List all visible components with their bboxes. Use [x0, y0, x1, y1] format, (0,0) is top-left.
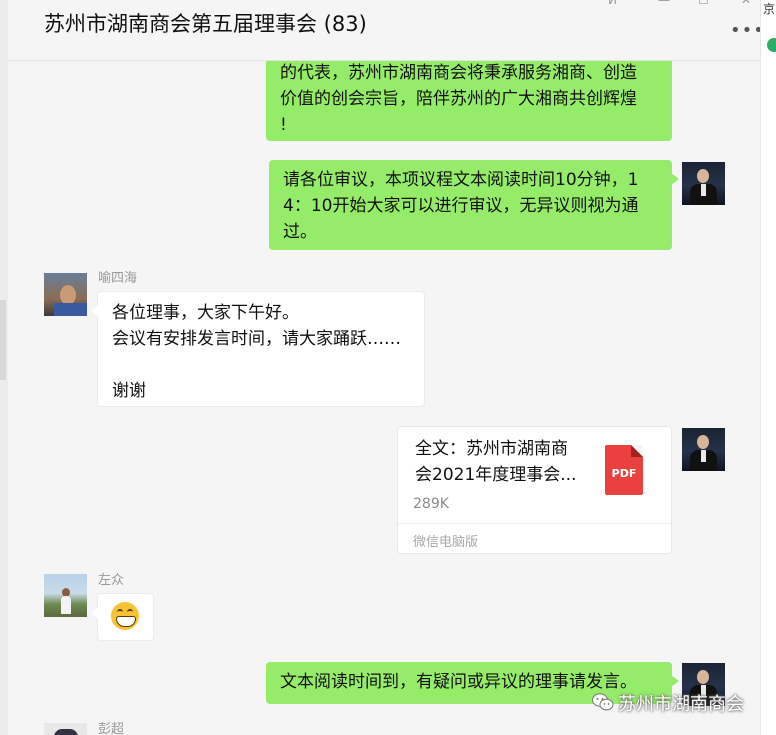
- message-bubble-other[interactable]: 各位理事，大家下午好。 会议有安排发言时间，请大家踊跃…… 谢谢: [91, 291, 425, 407]
- sender-name: 左众: [98, 573, 125, 588]
- message-list[interactable]: 的代表，苏州市湖南商会将秉承服务湘商、创造 价值的创会宗旨，陪伴苏州的广大湘商共…: [8, 61, 760, 735]
- message-line: !: [280, 115, 287, 135]
- avatar-self[interactable]: [682, 162, 725, 205]
- file-name-line: 会2021年度理事会...: [415, 465, 577, 485]
- sender-name: 喻四海: [98, 271, 138, 286]
- sender-name: 彭超: [98, 722, 125, 735]
- file-size: 289K: [413, 496, 449, 512]
- file-name-line: 全文：苏州市湖南商: [415, 439, 568, 459]
- right-panel-text: 京: [763, 2, 776, 16]
- file-message-card[interactable]: 全文：苏州市湖南商 会2021年度理事会... PDF 289K 微信电脑版: [397, 426, 672, 554]
- pdf-file-icon: PDF: [605, 445, 643, 495]
- message-line: 的代表，苏州市湖南商会将秉承服务湘商、创造: [280, 63, 637, 83]
- message-line: [112, 352, 410, 378]
- message-line: 4：10开始大家可以进行审议，无异议则视为通: [283, 196, 639, 216]
- left-panel-edge: [0, 0, 8, 735]
- pin-icon[interactable]: ⵍ: [608, 0, 617, 6]
- message-line: 过。: [283, 222, 317, 242]
- file-name: 全文：苏州市湖南商 会2021年度理事会...: [415, 436, 591, 488]
- watermark-text: 苏州市湖南商会: [618, 694, 744, 715]
- avatar-self[interactable]: [682, 428, 725, 471]
- message-bubble-self[interactable]: 请各位审议，本项议程文本阅读时间10分钟，1 4：10开始大家可以进行审议，无异…: [269, 160, 679, 250]
- message-bubble-self[interactable]: 的代表，苏州市湖南商会将秉承服务湘商、创造 价值的创会宗旨，陪伴苏州的广大湘商共…: [266, 61, 672, 141]
- avatar-peng-chao[interactable]: [44, 723, 87, 735]
- wechat-watermark-icon: [592, 693, 614, 711]
- scrollbar-thumb[interactable]: [0, 300, 6, 380]
- chat-header: 苏州市湖南商会第五届理事会 (83) ⵍ — ☐ ✕ •••: [8, 0, 764, 61]
- file-card-divider: [398, 523, 671, 524]
- grinning-face-icon: [111, 602, 139, 630]
- message-bubble-other[interactable]: [91, 593, 154, 641]
- message-line: 各位理事，大家下午好。: [112, 303, 299, 323]
- close-icon[interactable]: ✕: [741, 0, 751, 6]
- message-line: 会议有安排发言时间，请大家踊跃……: [112, 329, 401, 349]
- status-dot-icon: [767, 38, 776, 52]
- right-panel-edge: 京: [760, 0, 776, 735]
- message-line: 价值的创会宗旨，陪伴苏州的广大湘商共创辉煌: [280, 89, 637, 109]
- chat-title: 苏州市湖南商会第五届理事会 (83): [44, 12, 367, 36]
- maximize-icon[interactable]: ☐: [698, 0, 709, 6]
- message-line: 请各位审议，本项议程文本阅读时间10分钟，1: [283, 170, 639, 190]
- pdf-label: PDF: [611, 467, 637, 480]
- message-line: 谢谢: [112, 381, 146, 401]
- file-source: 微信电脑版: [413, 535, 479, 550]
- avatar-yu-sihai[interactable]: [44, 273, 87, 316]
- avatar-zuo-zhong[interactable]: [44, 574, 87, 617]
- minimize-icon[interactable]: —: [658, 0, 670, 6]
